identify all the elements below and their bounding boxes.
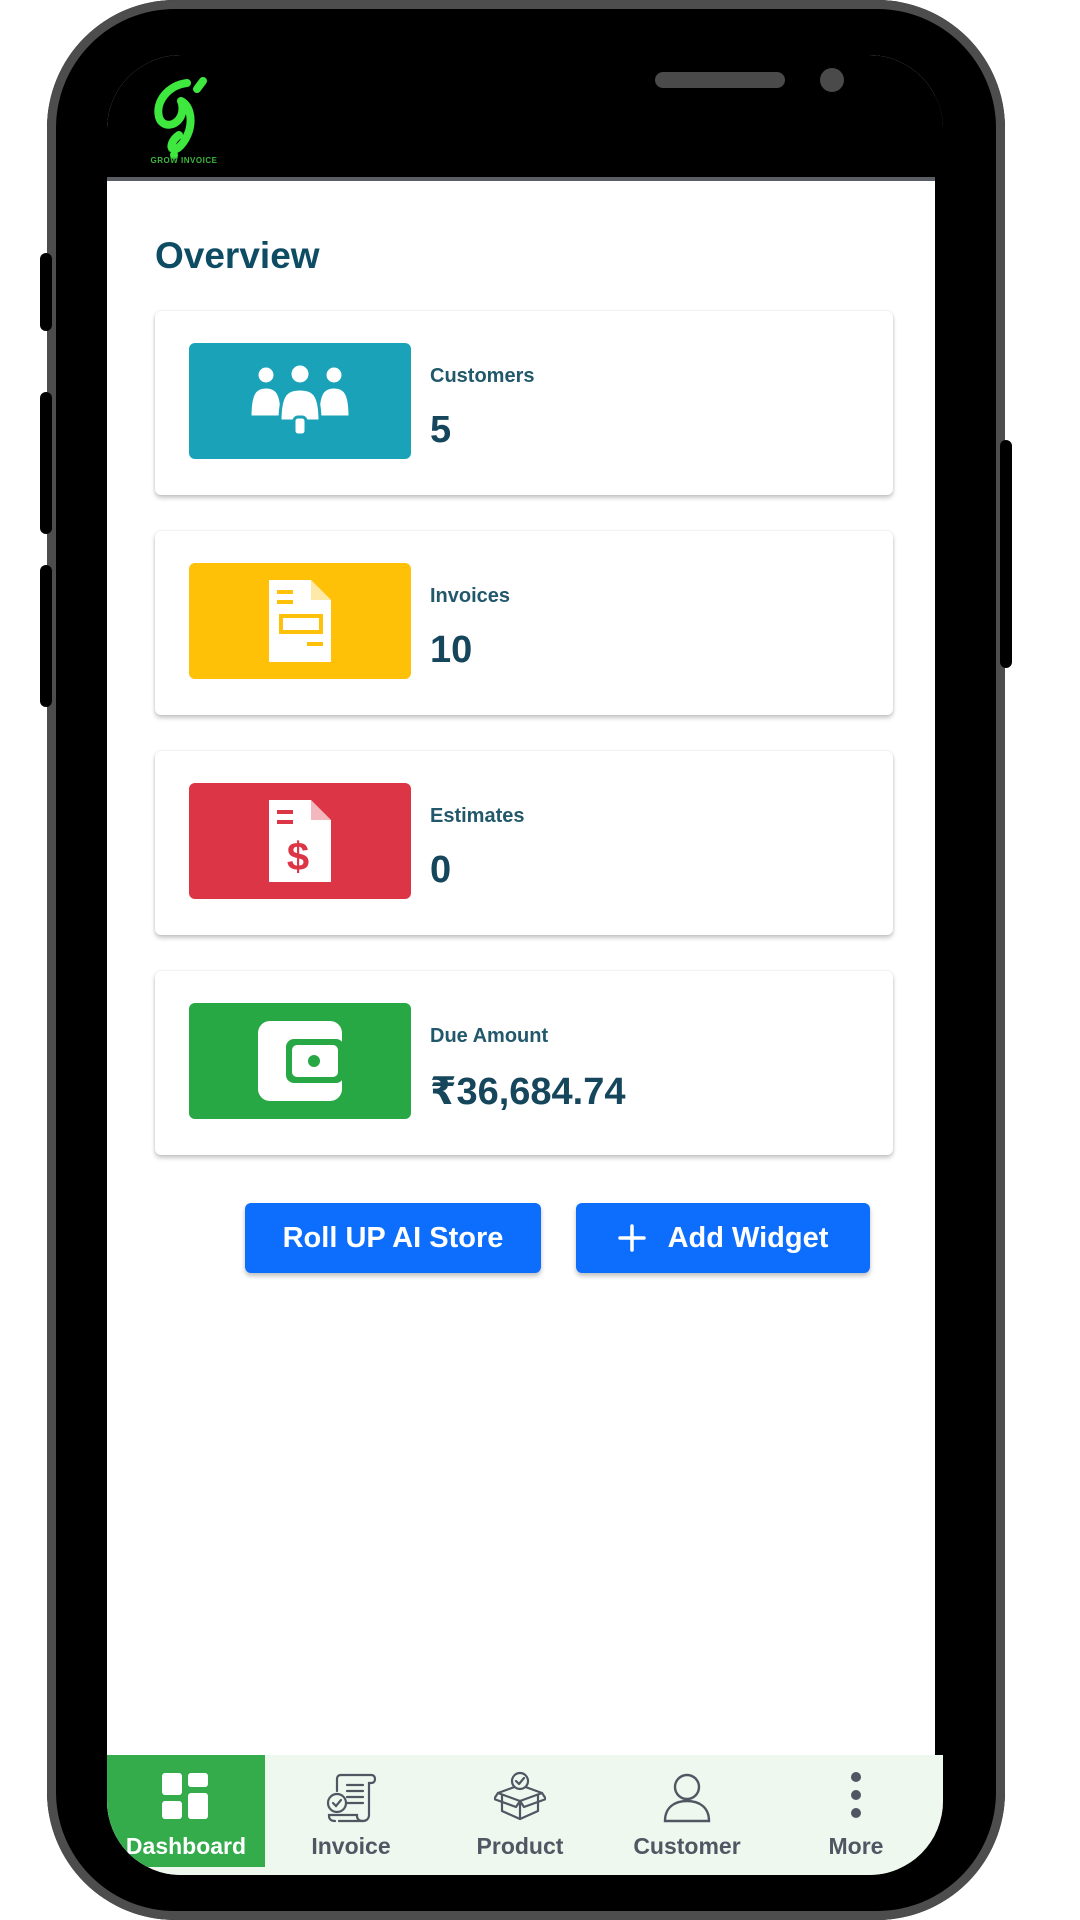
roll-up-ai-store-label: Roll UP AI Store [282, 1221, 504, 1254]
customers-value: 5 [430, 409, 452, 451]
invoice-scroll-icon [326, 1773, 377, 1823]
estimates-label: Estimates [430, 805, 525, 827]
customers-tile [189, 343, 411, 459]
customer-user-icon [663, 1773, 711, 1823]
dashboard-grid-icon [162, 1773, 208, 1819]
due-amount-value: ₹36,684.74 [430, 1071, 626, 1113]
customers-group-icon [248, 362, 352, 437]
invoices-value: 10 [430, 629, 473, 671]
nav-label-product: Product [476, 1833, 564, 1859]
more-vertical-icon [851, 1772, 861, 1818]
phone-side-button-mute [40, 253, 52, 331]
nav-label-customer: Customer [633, 1833, 741, 1859]
nav-item-dashboard[interactable]: Dashboard [107, 1755, 265, 1867]
notch-speaker [655, 72, 785, 88]
customers-card[interactable]: Customers 5 [155, 311, 893, 495]
invoices-tile [189, 563, 411, 679]
estimates-value: 0 [430, 849, 452, 891]
product-box-icon [494, 1771, 546, 1821]
estimates-card[interactable]: $ Estimates 0 [155, 751, 893, 935]
phone-screen: GROW INVOICE Overview Customers 5 Invoic… [107, 55, 943, 1875]
phone-side-button-power [1000, 440, 1012, 668]
due-amount-card[interactable]: Due Amount ₹36,684.74 [155, 971, 893, 1155]
nav-item-customer[interactable]: Customer [608, 1755, 766, 1867]
phone-notch [302, 55, 844, 123]
nav-label-invoice: Invoice [311, 1833, 391, 1859]
nav-item-invoice[interactable]: Invoice [272, 1755, 430, 1867]
wallet-icon [258, 1021, 344, 1101]
add-widget-button[interactable]: Add Widget [576, 1203, 870, 1273]
notch-camera [820, 68, 844, 92]
header-divider [107, 177, 943, 181]
phone-side-button-volume-down [40, 565, 52, 707]
nav-label-dashboard: Dashboard [125, 1833, 247, 1859]
invoices-card[interactable]: Invoices 10 [155, 531, 893, 715]
screen-edge [935, 55, 943, 1875]
due-amount-tile [189, 1003, 411, 1119]
phone-side-button-volume-up [40, 392, 52, 534]
bottom-navigation: Dashboard Invoice Product Customer More [107, 1755, 943, 1875]
nav-label-more: More [828, 1833, 884, 1859]
estimate-dollar-document-icon: $ [269, 800, 331, 882]
nav-item-more[interactable]: More [777, 1755, 935, 1867]
add-widget-label: Add Widget [667, 1221, 829, 1254]
invoices-label: Invoices [430, 585, 511, 607]
plus-icon [617, 1224, 646, 1252]
svg-text:$: $ [287, 835, 309, 879]
customers-label: Customers [430, 365, 535, 387]
estimates-tile: $ [189, 783, 411, 899]
logo-text: GROW INVOICE [150, 156, 218, 165]
grow-invoice-logo [154, 77, 207, 159]
roll-up-ai-store-button[interactable]: Roll UP AI Store [245, 1203, 541, 1273]
due-amount-label: Due Amount [430, 1025, 549, 1047]
page-title: Overview [155, 235, 320, 276]
invoice-document-icon [269, 580, 331, 662]
nav-item-product[interactable]: Product [441, 1755, 599, 1867]
